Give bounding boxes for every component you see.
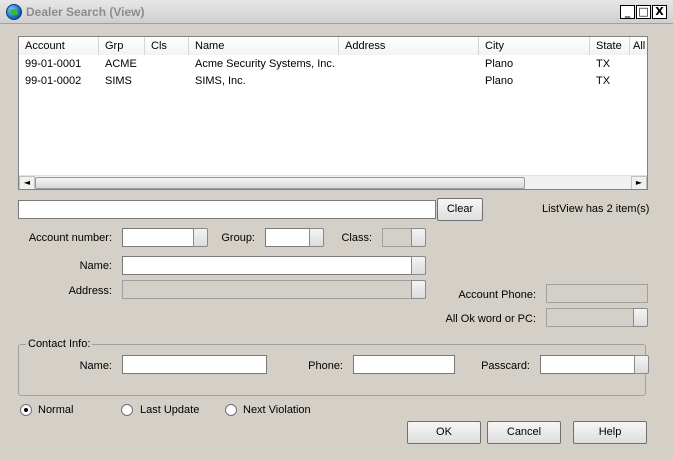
name-dropdown-button[interactable] xyxy=(411,256,426,275)
account-number-label: Account number: xyxy=(28,232,112,244)
cell-name: Acme Security Systems, Inc. xyxy=(195,58,335,70)
last-update-radio-label[interactable]: Last Update xyxy=(140,403,199,417)
cell-grp: ACME xyxy=(105,58,137,70)
contact-info-title: Contact Info: xyxy=(26,337,93,351)
all-ok-word-field xyxy=(546,308,634,327)
cell-city: Plano xyxy=(485,75,514,87)
title-bar: Dealer Search (View) _ □ X xyxy=(0,0,673,24)
account-number-field[interactable] xyxy=(122,228,194,247)
class-dropdown-button xyxy=(411,228,426,247)
maximize-icon: □ xyxy=(638,5,649,18)
column-header-city[interactable]: City xyxy=(479,37,590,55)
passcard-label: Passcard: xyxy=(481,360,530,372)
cell-account: 99-01-0001 xyxy=(25,58,82,70)
address-label: Address: xyxy=(68,285,112,297)
column-header-account[interactable]: Account xyxy=(19,37,99,55)
column-header-all[interactable]: All xyxy=(630,37,647,55)
dealer-search-window: Dealer Search (View) _ □ X Account Grp C… xyxy=(0,0,673,459)
scroll-thumb[interactable] xyxy=(35,177,525,189)
class-field xyxy=(382,228,412,247)
contact-phone-field[interactable] xyxy=(353,355,455,374)
cell-name: SIMS, Inc. xyxy=(195,75,246,87)
cancel-button[interactable]: Cancel xyxy=(487,421,561,444)
ok-button[interactable]: OK xyxy=(407,421,481,444)
table-row[interactable]: 99-01-0001 ACME Acme Security Systems, I… xyxy=(19,56,647,73)
name-field[interactable] xyxy=(122,256,412,275)
group-field[interactable] xyxy=(265,228,310,247)
name-label: Name: xyxy=(79,260,112,272)
clear-button[interactable]: Clear xyxy=(437,198,483,221)
last-update-radio[interactable] xyxy=(121,404,133,416)
minimize-button[interactable]: _ xyxy=(620,5,635,19)
globe-icon xyxy=(6,4,22,20)
cell-state: TX xyxy=(596,75,611,87)
account-phone-field xyxy=(546,284,648,303)
group-label: Group: xyxy=(221,232,255,244)
list-header: Account Grp Cls Name Address City State … xyxy=(19,37,647,55)
column-header-cls[interactable]: Cls xyxy=(145,37,189,55)
horizontal-scrollbar[interactable]: ◄ ► xyxy=(19,175,647,189)
normal-radio-label[interactable]: Normal xyxy=(38,403,73,417)
arrow-left-icon: ◄ xyxy=(23,178,31,187)
cell-grp: SIMS xyxy=(105,75,132,87)
account-number-dropdown-button[interactable] xyxy=(193,228,208,247)
window-title: Dealer Search (View) xyxy=(26,5,145,19)
column-header-state[interactable]: State xyxy=(590,37,630,55)
scroll-right-button[interactable]: ► xyxy=(631,176,647,189)
account-phone-label: Account Phone: xyxy=(458,289,536,301)
minimize-icon: _ xyxy=(624,5,631,18)
passcard-field[interactable] xyxy=(540,355,635,374)
scroll-left-button[interactable]: ◄ xyxy=(19,176,35,189)
column-header-grp[interactable]: Grp xyxy=(99,37,145,55)
all-ok-word-label: All Ok word or PC: xyxy=(445,313,536,325)
group-dropdown-button[interactable] xyxy=(309,228,324,247)
next-violation-radio-label[interactable]: Next Violation xyxy=(243,403,311,417)
help-button[interactable]: Help xyxy=(573,421,647,444)
address-field xyxy=(122,280,412,299)
column-header-address[interactable]: Address xyxy=(339,37,479,55)
contact-name-field[interactable] xyxy=(122,355,267,374)
cell-city: Plano xyxy=(485,58,514,70)
next-violation-radio[interactable] xyxy=(225,404,237,416)
dealer-list-view[interactable]: Account Grp Cls Name Address City State … xyxy=(18,36,648,190)
passcard-dropdown-button[interactable] xyxy=(634,355,649,374)
maximize-button[interactable]: □ xyxy=(636,5,651,19)
cell-state: TX xyxy=(596,58,611,70)
all-ok-word-dropdown-button xyxy=(633,308,648,327)
item-count-status: ListView has 2 item(s) xyxy=(542,203,650,215)
address-dropdown-button xyxy=(411,280,426,299)
class-label: Class: xyxy=(341,232,372,244)
close-button[interactable]: X xyxy=(652,5,667,19)
table-row[interactable]: 99-01-0002 SIMS SIMS, Inc. Plano TX xyxy=(19,73,647,90)
close-icon: X xyxy=(655,5,664,18)
arrow-right-icon: ► xyxy=(635,178,643,187)
contact-phone-label: Phone: xyxy=(308,360,343,372)
search-input[interactable] xyxy=(18,200,436,219)
normal-radio[interactable] xyxy=(20,404,32,416)
cell-account: 99-01-0002 xyxy=(25,75,82,87)
contact-name-label: Name: xyxy=(79,360,112,372)
column-header-name[interactable]: Name xyxy=(189,37,339,55)
